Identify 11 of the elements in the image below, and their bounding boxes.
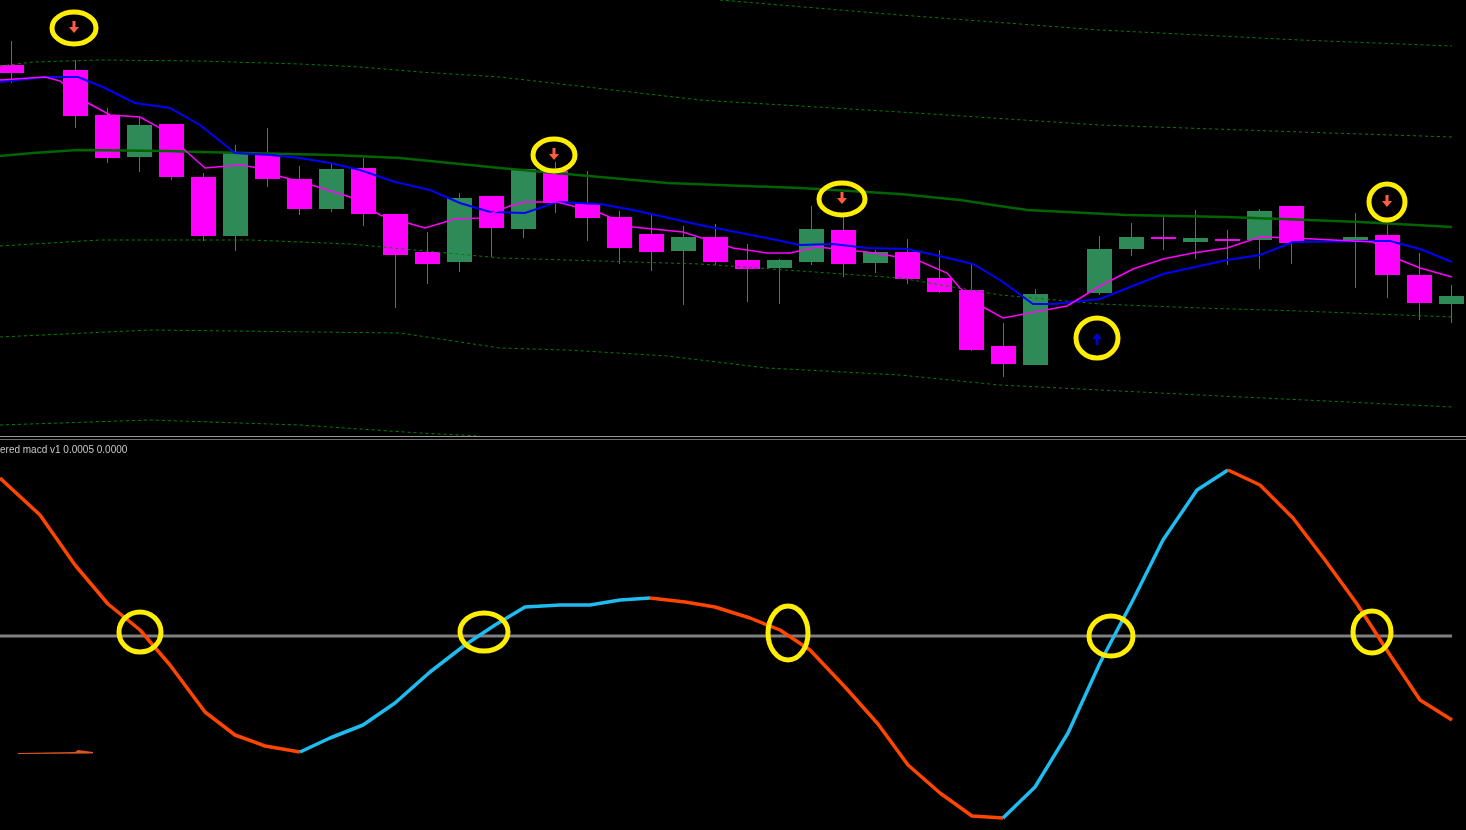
highlight-ring (49, 9, 99, 47)
highlight-ring (765, 603, 811, 663)
highlight-ring (1086, 613, 1136, 659)
highlight-ring (457, 610, 511, 654)
highlight-ring (530, 136, 578, 174)
highlight-ring (1366, 181, 1408, 223)
highlight-ring (1350, 608, 1394, 656)
highlight-ring (1073, 315, 1121, 361)
highlight-ring (816, 180, 868, 218)
indicator-label: ered macd v1 0.0005 0.0000 (0, 444, 128, 456)
highlight-ring (116, 609, 164, 655)
